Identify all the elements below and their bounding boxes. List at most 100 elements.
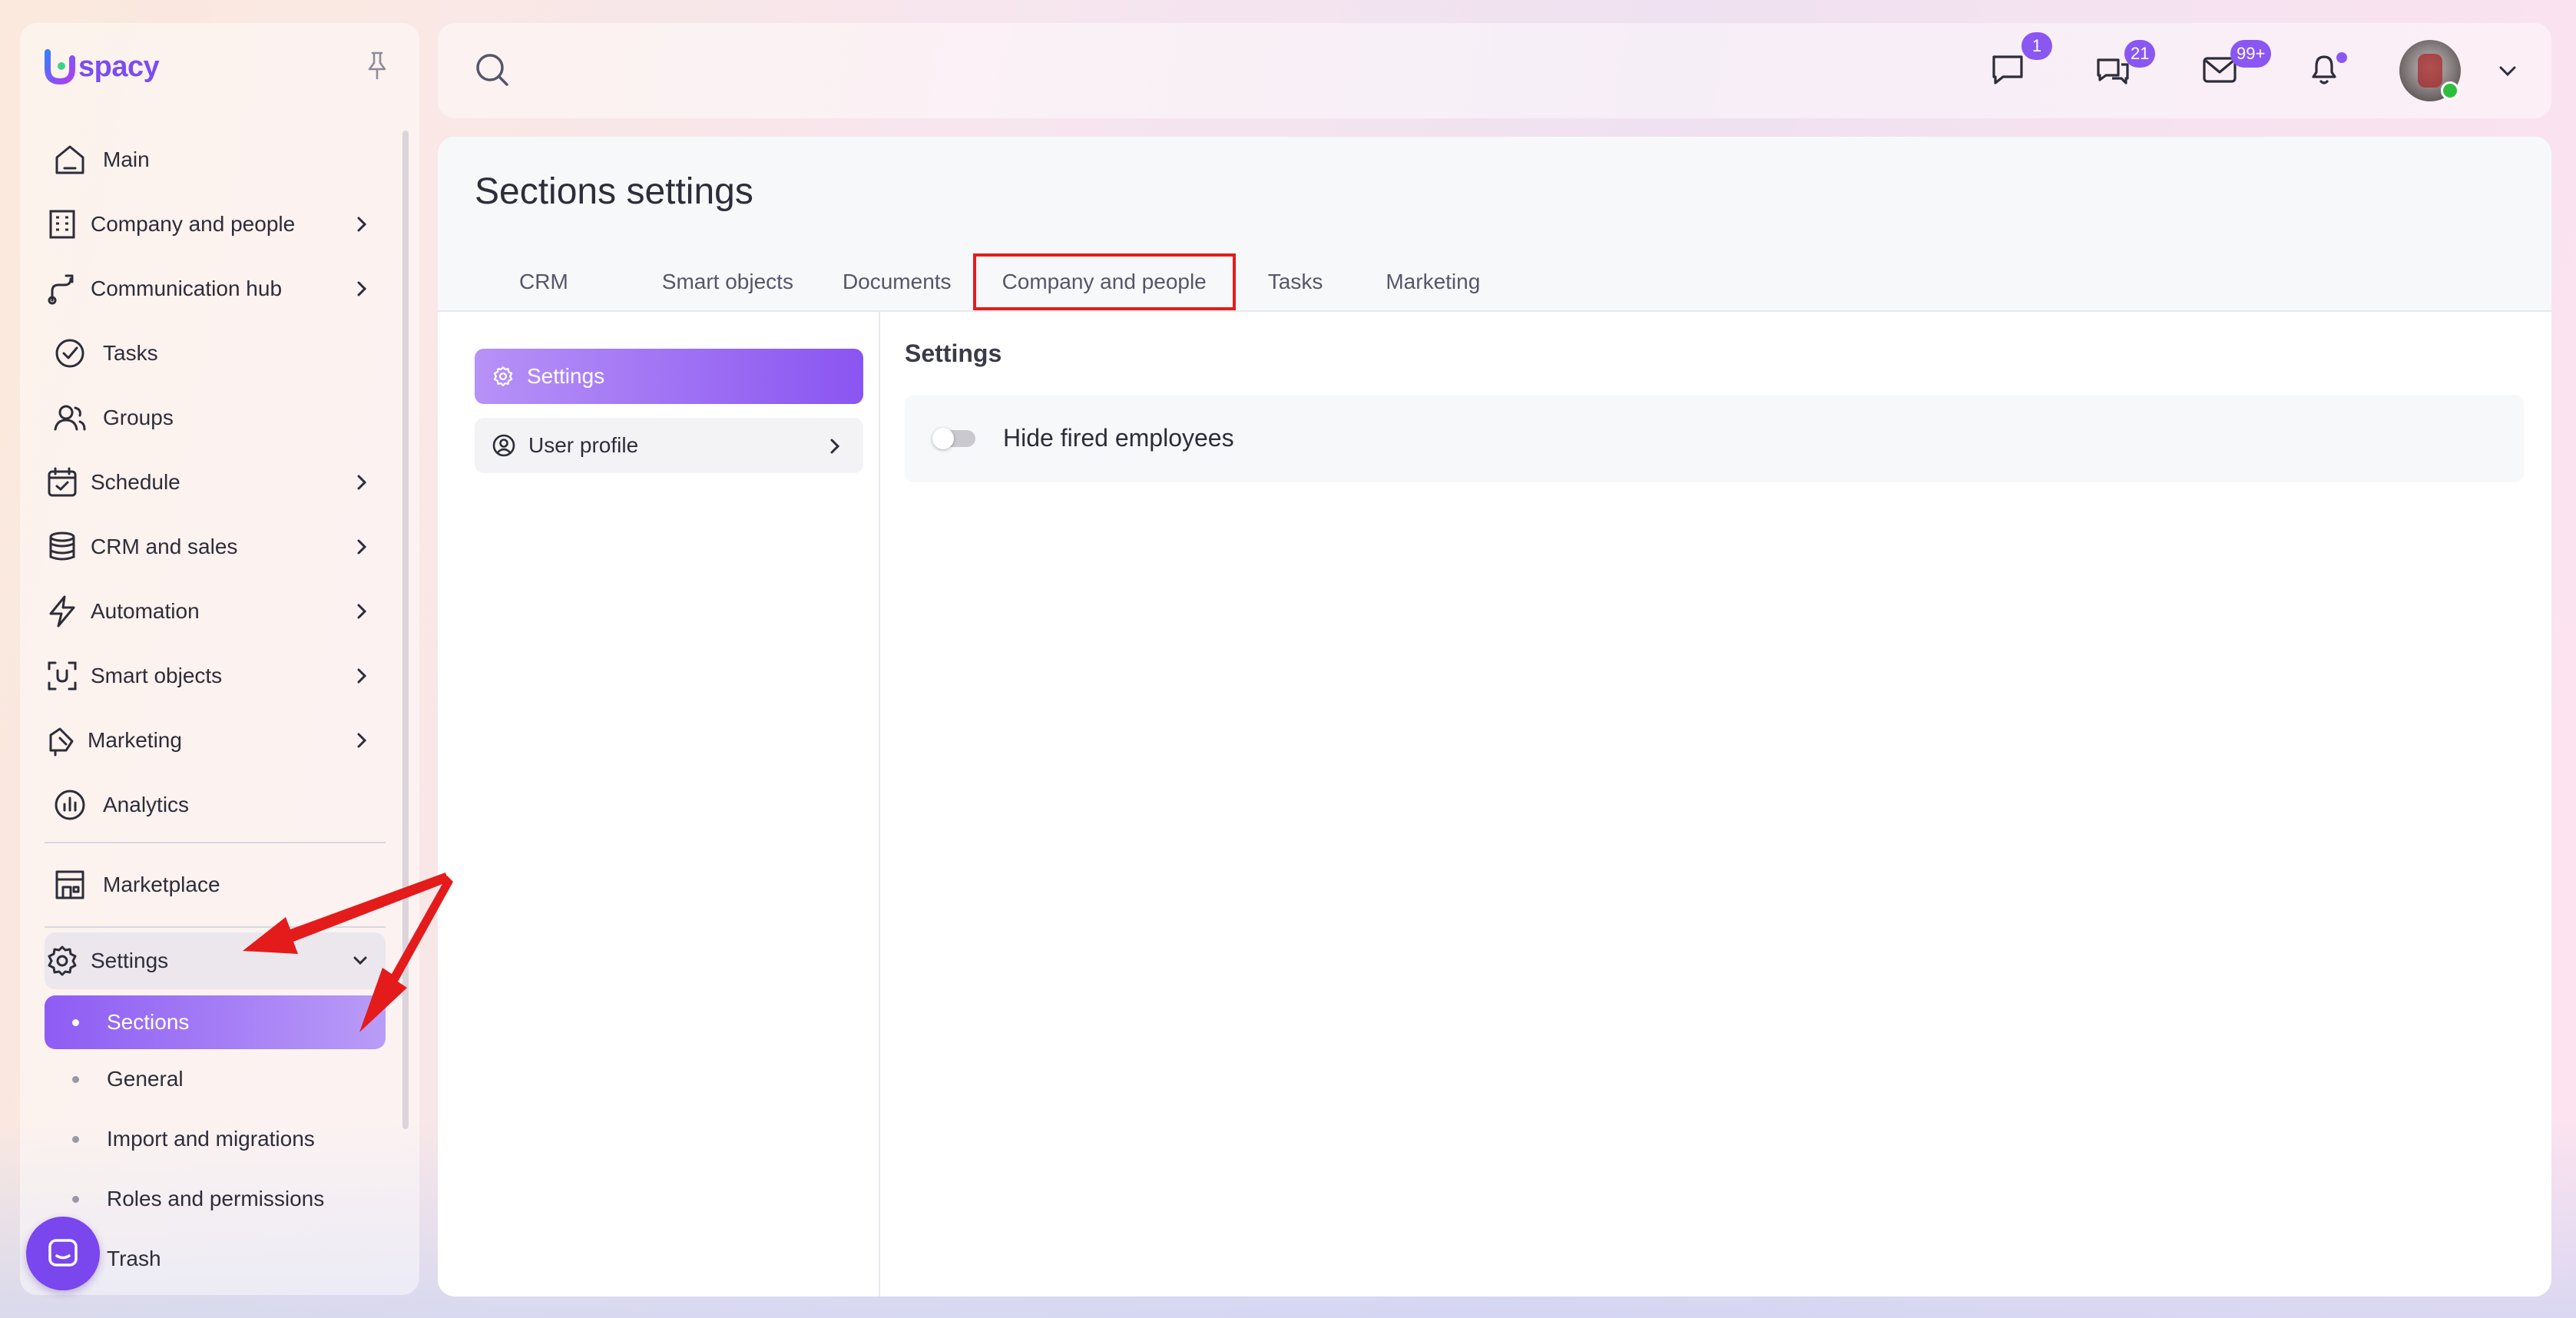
sidebar-item-label: Tasks — [103, 341, 158, 365]
sidebar-item-label: CRM and sales — [91, 535, 238, 558]
sidebar-item-label: Analytics — [103, 793, 190, 816]
logo-icon — [45, 49, 75, 84]
chat-icon — [44, 1234, 82, 1273]
sidebar-subitem-label: Sections — [107, 1010, 190, 1034]
calendar-icon — [45, 465, 80, 500]
chevron-down-icon[interactable] — [2496, 60, 2519, 83]
sidebar-item-settings[interactable]: Settings — [45, 932, 386, 989]
sidebar-divider — [45, 926, 386, 928]
pin-icon[interactable] — [366, 51, 389, 80]
chevron-down-icon — [352, 952, 369, 969]
sidebar-item-label: Company and people — [91, 212, 296, 236]
sidebar-subitem-label: Import and migrations — [107, 1127, 315, 1151]
message-square-icon — [1988, 49, 2028, 89]
chat-badge: 1 — [2021, 32, 2052, 60]
tab-company-and-people[interactable]: Company and people — [972, 253, 1236, 310]
setting-row-hide-fired-employees: Hide fired employees — [905, 395, 2524, 482]
sidebar: spacy Main Company and people Communicat… — [20, 23, 419, 1295]
chat-button[interactable] — [1988, 49, 2028, 89]
chevron-right-icon — [355, 472, 369, 493]
menu-item-user-profile[interactable]: User profile — [475, 418, 863, 473]
logo[interactable]: spacy — [43, 49, 160, 84]
page-header: Sections settings CRM Smart objects Docu… — [438, 137, 2551, 312]
sidebar-subitem-general[interactable]: General — [45, 1049, 386, 1109]
sidebar-item-marketing[interactable]: Marketing — [45, 708, 386, 773]
settings-left-menu: Settings User profile — [475, 349, 863, 487]
lightning-icon — [45, 594, 80, 629]
bullet-dot — [72, 1195, 79, 1203]
sidebar-item-company-and-people[interactable]: Company and people — [45, 192, 386, 257]
chevron-right-icon — [355, 730, 369, 751]
mail-badge: 99+ — [2230, 40, 2272, 68]
avatar-figure — [2418, 54, 2442, 88]
support-chat-button[interactable] — [26, 1217, 100, 1290]
sidebar-subitem-label: Roles and permissions — [107, 1187, 325, 1210]
main-panel: Sections settings CRM Smart objects Docu… — [438, 137, 2551, 1296]
chevron-right-icon — [355, 665, 369, 687]
store-icon — [52, 867, 88, 902]
sidebar-item-main[interactable]: Main — [45, 127, 386, 192]
page-title: Sections settings — [475, 171, 753, 212]
tab-crm[interactable]: CRM — [519, 253, 568, 310]
sidebar-item-label: Automation — [91, 599, 200, 623]
sidebar-item-automation[interactable]: Automation — [45, 579, 386, 644]
menu-item-label: User profile — [528, 433, 639, 457]
toggle-knob — [932, 428, 954, 449]
chevron-right-icon — [355, 536, 369, 558]
sidebar-item-tasks[interactable]: Tasks — [45, 321, 386, 386]
search-icon[interactable] — [473, 51, 513, 91]
menu-item-label: Settings — [527, 364, 605, 388]
sidebar-item-label: Schedule — [91, 470, 180, 494]
building-icon — [45, 207, 80, 242]
sidebar-item-marketplace[interactable]: Marketplace — [45, 848, 386, 922]
sidebar-item-label: Marketing — [88, 728, 182, 752]
tab-tasks[interactable]: Tasks — [1268, 253, 1323, 310]
sidebar-item-label: Communication hub — [91, 277, 283, 300]
avatar[interactable] — [2399, 40, 2461, 101]
chevron-right-icon — [355, 214, 369, 235]
chevron-right-icon — [355, 601, 369, 622]
menu-item-settings[interactable]: Settings — [475, 349, 863, 404]
tab-smart-objects[interactable]: Smart objects — [662, 253, 793, 310]
sidebar-item-label: Marketplace — [103, 873, 220, 896]
section-heading: Settings — [905, 339, 1002, 367]
megaphone-icon — [45, 723, 80, 758]
sidebar-subitem-roles-and-permissions[interactable]: Roles and permissions — [45, 1169, 386, 1229]
sidebar-subitem-label: Trash — [107, 1247, 161, 1270]
tab-documents[interactable]: Documents — [843, 253, 952, 310]
sidebar-subitem-import-and-migrations[interactable]: Import and migrations — [45, 1109, 386, 1169]
chevron-right-icon — [355, 278, 369, 300]
sidebar-item-smart-objects[interactable]: Smart objects — [45, 644, 386, 708]
section-tabs: CRM Smart objects Documents Company and … — [475, 253, 1480, 310]
tab-marketing[interactable]: Marketing — [1386, 253, 1480, 310]
check-circle-icon — [52, 336, 88, 371]
setting-label: Hide fired employees — [1003, 424, 1234, 452]
sidebar-nav: Main Company and people Communication hu… — [45, 127, 386, 1289]
bullet-dot — [72, 1135, 79, 1143]
sidebar-item-analytics[interactable]: Analytics — [45, 773, 386, 837]
gear-icon — [45, 943, 80, 979]
route-icon — [45, 271, 80, 306]
chart-icon — [52, 787, 88, 823]
users-icon — [52, 400, 88, 435]
database-icon — [45, 529, 80, 565]
sidebar-scrollbar[interactable] — [402, 131, 409, 1129]
bullet-dot — [72, 1018, 79, 1026]
scan-icon — [45, 658, 80, 694]
sidebar-item-label: Main — [103, 147, 150, 171]
sidebar-divider — [45, 842, 386, 843]
sidebar-item-label: Smart objects — [91, 664, 223, 687]
hide-fired-employees-toggle[interactable] — [932, 428, 975, 449]
sidebar-item-groups[interactable]: Groups — [45, 386, 386, 450]
sidebar-subitem-sections[interactable]: Sections — [45, 995, 386, 1049]
logo-text: spacy — [78, 50, 160, 83]
bullet-dot — [72, 1075, 79, 1083]
sidebar-item-crm-and-sales[interactable]: CRM and sales — [45, 515, 386, 579]
sidebar-item-schedule[interactable]: Schedule — [45, 450, 386, 515]
home-icon — [52, 142, 88, 177]
sidebar-subitem-label: General — [107, 1067, 184, 1091]
user-circle-icon — [492, 433, 516, 458]
vertical-divider — [879, 312, 880, 1296]
notification-dot — [2336, 52, 2347, 63]
sidebar-item-communication-hub[interactable]: Communication hub — [45, 257, 386, 321]
